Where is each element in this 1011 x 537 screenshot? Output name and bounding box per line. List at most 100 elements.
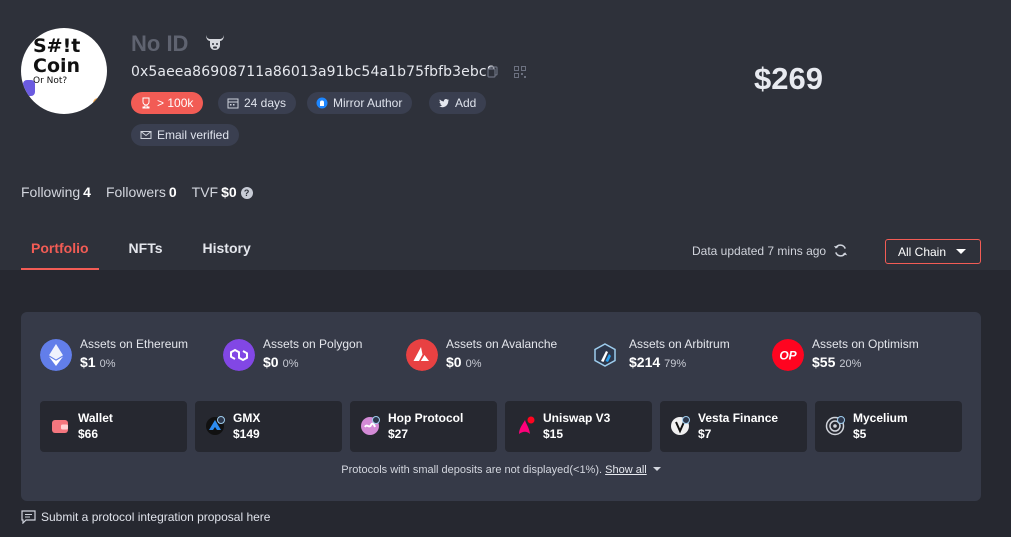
badge-mirror-author[interactable]: Mirror Author [307, 92, 413, 114]
avatar-line: Or Not? [33, 76, 68, 86]
tvf-value: $0 [221, 184, 237, 200]
protocol-card-uniswap[interactable]: Uniswap V3 $15 [505, 401, 652, 452]
avatar-line: S#!t [33, 35, 81, 57]
chain-amount: $55 [812, 354, 836, 370]
chain-label: Assets on Polygon [263, 337, 363, 351]
protocol-value: $5 [853, 427, 867, 441]
wallet-address[interactable]: 0x5aeea86908711a86013a91bc54a1b75fbfb3eb… [131, 64, 496, 80]
badge-label: > 100k [157, 96, 194, 110]
wallet-icon [52, 420, 68, 433]
twitter-icon [439, 99, 449, 108]
copy-icon[interactable] [487, 66, 499, 78]
small-deposits-note: Protocols with small deposits are not di… [21, 464, 981, 476]
hop-protocol-icon [361, 416, 380, 435]
chain-value: $1 0% [80, 354, 115, 370]
chevron-down-icon [956, 249, 966, 254]
note-text: Protocols with small deposits are not di… [341, 464, 603, 476]
follow-stats: Following 4 Followers 0 TVF $0? [21, 184, 253, 200]
following-stat[interactable]: Following 4 [21, 184, 91, 200]
badge-label: Add [455, 96, 477, 110]
uniswap-icon [519, 416, 535, 434]
tab-portfolio[interactable]: Portfolio [21, 240, 99, 270]
chevron-down-icon[interactable] [652, 467, 661, 471]
badge-label: 24 days [244, 96, 287, 110]
assets-panel: Assets on Ethereum $1 0% Assets on Polygo… [21, 312, 981, 501]
tab-history[interactable]: History [193, 240, 261, 270]
protocol-name: Vesta Finance [698, 411, 779, 425]
chain-value: $0 0% [263, 354, 298, 370]
avatar-line: Coin [33, 55, 81, 77]
net-worth: $269 [754, 61, 823, 96]
qr-code-icon[interactable] [514, 66, 526, 78]
chain-value: $214 79% [629, 354, 686, 370]
chain-percent: 0% [465, 358, 482, 370]
bull-icon [206, 35, 224, 50]
help-icon[interactable]: ? [240, 187, 253, 199]
tab-nfts[interactable]: NFTs [119, 240, 173, 270]
protocol-name: Hop Protocol [388, 411, 464, 425]
chain-amount: $0 [263, 354, 279, 370]
protocol-value: $149 [233, 427, 260, 441]
tvf-label: TVF [191, 184, 219, 200]
protocol-value: $27 [388, 427, 409, 441]
message-icon [21, 510, 36, 524]
badge-email-verified[interactable]: Email verified [131, 124, 240, 146]
protocol-name: GMX [233, 411, 261, 425]
chain-label: Assets on Ethereum [80, 337, 189, 351]
vesta-finance-icon [671, 416, 690, 435]
mail-icon [140, 131, 152, 139]
chain-amount: $1 [80, 354, 96, 370]
submit-proposal-text: Submit a protocol integration proposal h… [41, 510, 271, 524]
followers-stat[interactable]: Followers 0 [106, 184, 177, 200]
profile-name: No ID [131, 31, 189, 56]
calendar-icon [227, 98, 239, 109]
protocol-value: $66 [78, 427, 99, 441]
followers-label: Followers [105, 184, 166, 200]
mirror-icon [316, 97, 328, 109]
avatar-decoration [93, 98, 103, 108]
protocol-card-vesta[interactable]: Vesta Finance $7 [660, 401, 807, 452]
protocol-card-wallet[interactable]: Wallet $66 [40, 401, 187, 452]
protocol-card-mycelium[interactable]: Mycelium $5 [815, 401, 962, 452]
chain-filter-dropdown[interactable]: All Chain [885, 239, 981, 264]
add-twitter-button[interactable]: Add [429, 92, 487, 114]
protocol-card-gmx[interactable]: GMX $149 [195, 401, 342, 452]
gmx-icon [206, 416, 225, 435]
badge-label: Email verified [157, 128, 230, 142]
trophy-icon [142, 97, 150, 109]
avalanche-icon [406, 339, 438, 371]
avatar: S#!t Coin Or Not? [21, 28, 107, 114]
submit-proposal-link[interactable]: Submit a protocol integration proposal h… [21, 510, 270, 524]
chain-label: Assets on Avalanche [446, 337, 558, 351]
chain-amount: $214 [629, 354, 661, 370]
chain-percent: 0% [282, 358, 299, 370]
protocol-value: $15 [543, 427, 564, 441]
chain-label: Assets on Optimism [812, 337, 919, 351]
mycelium-icon [825, 416, 845, 436]
refresh-icon[interactable] [833, 243, 848, 258]
chain-percent: 79% [664, 358, 687, 370]
tvf-stat: TVF $0? [192, 184, 253, 200]
following-label: Following [21, 184, 81, 200]
chain-percent: 20% [839, 358, 862, 370]
chain-filter-value: All Chain [898, 244, 947, 259]
svg-text:OP: OP [779, 349, 797, 363]
avatar-text: S#!t Coin Or Not? [33, 36, 80, 86]
protocol-name: Mycelium [853, 411, 908, 425]
ethereum-icon [40, 339, 72, 371]
badge-age[interactable]: 24 days [218, 92, 297, 114]
chain-label: Assets on Arbitrum [629, 337, 730, 351]
protocol-card-hop[interactable]: Hop Protocol $27 [350, 401, 497, 452]
chain-value: $0 0% [446, 354, 481, 370]
badge-rank[interactable]: > 100k [131, 92, 204, 114]
show-all-link[interactable]: Show all [605, 464, 647, 476]
following-count: 4 [83, 184, 91, 200]
chain-amount: $0 [446, 354, 462, 370]
chain-value: $55 20% [812, 354, 861, 370]
chain-percent: 0% [99, 358, 116, 370]
protocol-value: $7 [698, 427, 712, 441]
data-updated-text: Data updated 7 mins ago [692, 244, 827, 258]
tab-bar: Portfolio NFTs History [21, 240, 281, 270]
optimism-icon: OP [772, 339, 804, 371]
arbitrum-icon [594, 343, 616, 367]
